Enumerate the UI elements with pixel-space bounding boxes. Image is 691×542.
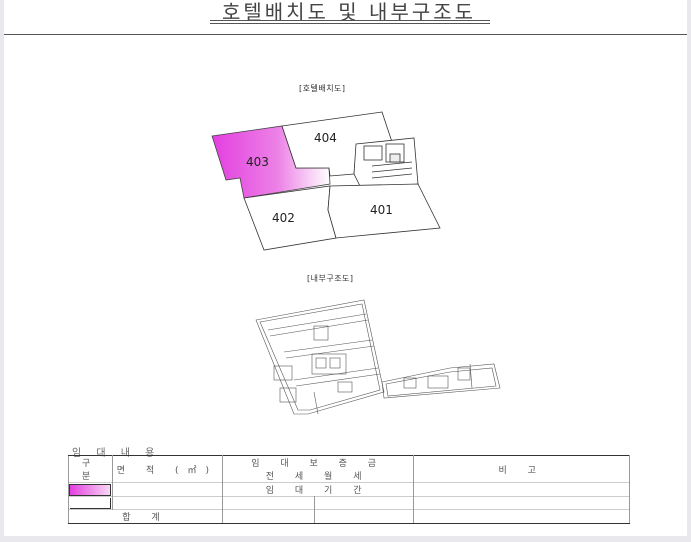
- header-rent: 임 대 보 증 금전 세 월 세: [221, 455, 415, 483]
- room-404-label: 404: [314, 131, 337, 145]
- legend-highlight: [68, 482, 113, 497]
- rental-info-table: 구 분 면 적 (㎡) 임 대 보 증 금전 세 월 세 비 고 임 대 기 간…: [68, 455, 630, 524]
- header-rent-period: 임 대 기 간: [221, 482, 415, 497]
- header-divider: [4, 34, 687, 35]
- title-underline: [210, 20, 490, 21]
- room-402-label: 402: [272, 211, 295, 225]
- header-area: 면 적 (㎡): [111, 455, 223, 483]
- room-401-label: 401: [370, 203, 393, 217]
- layout-plan-label: [호텔배치도]: [299, 84, 346, 93]
- header-remarks: 비 고: [413, 455, 630, 483]
- legend-swatch: [69, 483, 112, 496]
- room-403-label: 403: [246, 155, 269, 169]
- interior-plan-label: [내부구조도]: [307, 274, 354, 283]
- document-page: 호텔배치도 및 내부구조도 [호텔배치도] 403 404 402 401 [내…: [4, 0, 687, 536]
- hotel-layout-plan: 403 404 402 401: [211, 111, 441, 251]
- title-underline-double: [210, 23, 490, 24]
- total-label: 합 계: [68, 509, 223, 524]
- legend-empty: [68, 496, 113, 510]
- header-category: 구 분: [68, 455, 113, 483]
- interior-structure-plan: [255, 299, 501, 415]
- document-title: 호텔배치도 및 내부구조도: [221, 0, 477, 24]
- legend-empty-box: [69, 497, 111, 509]
